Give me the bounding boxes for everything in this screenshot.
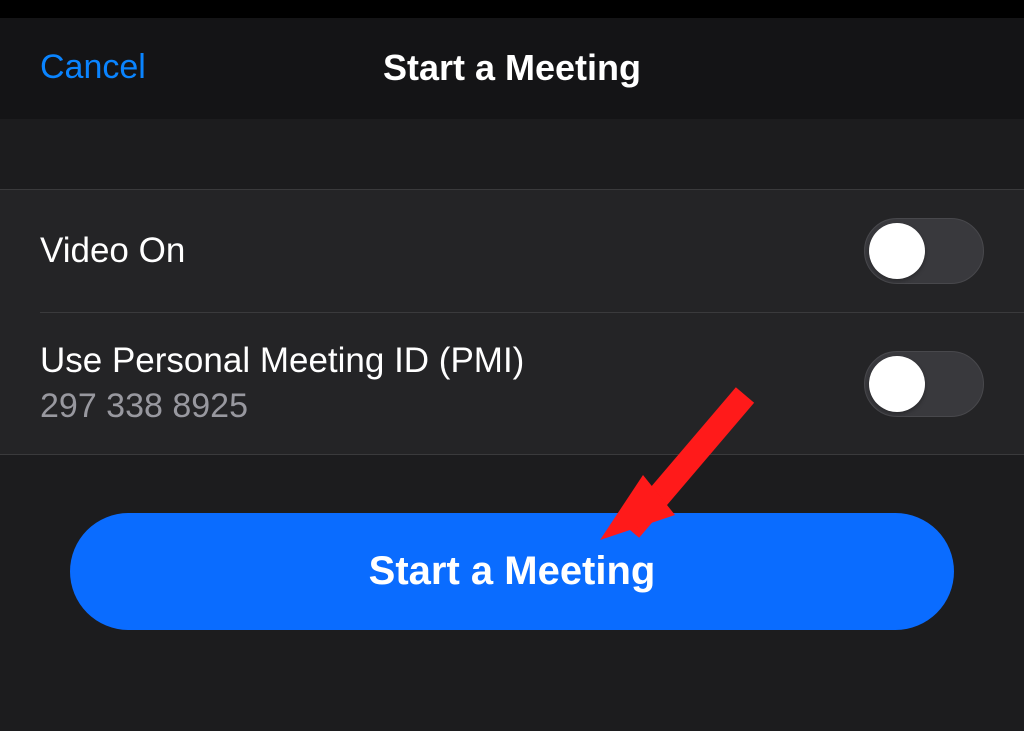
header: Cancel Start a Meeting xyxy=(0,18,1024,119)
pmi-id: 297 338 8925 xyxy=(40,387,524,426)
start-meeting-button[interactable]: Start a Meeting xyxy=(70,513,954,630)
pmi-text: Use Personal Meeting ID (PMI) 297 338 89… xyxy=(40,341,524,426)
pmi-row: Use Personal Meeting ID (PMI) 297 338 89… xyxy=(40,312,1024,454)
video-on-text: Video On xyxy=(40,231,185,271)
page-title: Start a Meeting xyxy=(383,47,641,89)
toggle-knob xyxy=(869,356,925,412)
toggle-knob xyxy=(869,223,925,279)
spacer xyxy=(0,119,1024,189)
pmi-toggle[interactable] xyxy=(864,351,984,417)
settings-list: Video On Use Personal Meeting ID (PMI) 2… xyxy=(0,189,1024,455)
status-bar xyxy=(0,0,1024,18)
video-on-row: Video On xyxy=(0,190,1024,312)
video-on-label: Video On xyxy=(40,231,185,271)
video-on-toggle[interactable] xyxy=(864,218,984,284)
button-container: Start a Meeting xyxy=(0,455,1024,688)
pmi-label: Use Personal Meeting ID (PMI) xyxy=(40,341,524,381)
cancel-button[interactable]: Cancel xyxy=(40,48,146,87)
